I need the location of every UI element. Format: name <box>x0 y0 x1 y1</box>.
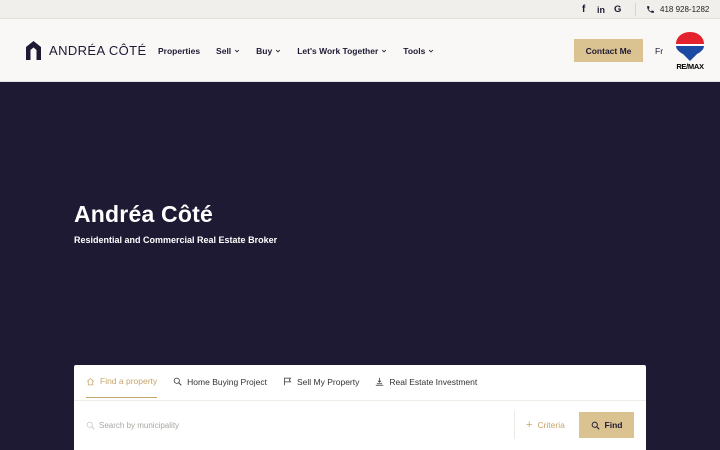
remax-balloon-icon <box>676 32 704 61</box>
remax-logo: RE/MAX <box>675 31 705 71</box>
tab-sell-my-property[interactable]: Sell My Property <box>283 365 359 398</box>
topbar-divider <box>635 3 636 16</box>
contact-me-button[interactable]: Contact Me <box>574 39 643 62</box>
top-bar: f in G 418 928-1282 <box>0 0 720 19</box>
facebook-glyph: f <box>582 4 586 15</box>
chevron-down-icon <box>235 49 240 53</box>
phone-number: 418 928-1282 <box>660 5 710 14</box>
tab-home-buying-project[interactable]: Home Buying Project <box>173 365 267 398</box>
house-logo-icon <box>26 41 41 60</box>
google-icon[interactable]: G <box>614 0 621 19</box>
criteria-label: Criteria <box>537 420 565 430</box>
facebook-icon[interactable]: f <box>582 0 585 19</box>
search-icon <box>591 421 600 430</box>
phone-icon <box>647 6 654 13</box>
nav-item-work-together[interactable]: Let's Work Together <box>297 46 387 56</box>
nav-item-buy[interactable]: Buy <box>256 46 281 56</box>
tabs-divider <box>74 400 646 401</box>
investment-icon <box>376 377 384 386</box>
nav-label: Properties <box>158 45 201 56</box>
search-icon <box>173 377 182 386</box>
tab-label: Home Buying Project <box>187 376 268 387</box>
chevron-down-icon <box>429 49 434 53</box>
chevron-down-icon <box>382 49 387 53</box>
search-icon <box>86 421 95 430</box>
tab-label: Find a property <box>100 376 158 386</box>
nav-label: Tools <box>403 45 426 56</box>
google-glyph: G <box>614 4 622 15</box>
tab-label: Real Estate Investment <box>389 376 478 387</box>
remax-label: RE/MAX <box>676 62 704 71</box>
tab-find-property[interactable]: Find a property <box>86 365 158 398</box>
language-switch[interactable]: Fr <box>655 46 663 56</box>
criteria-button[interactable]: + Criteria <box>526 412 565 438</box>
flag-icon <box>284 377 292 386</box>
municipality-search <box>86 412 514 438</box>
search-card: Find a property Home Buying Project Sell… <box>74 365 646 450</box>
remax-text: RE/MAX <box>675 62 705 71</box>
find-label: Find <box>604 420 623 430</box>
linkedin-glyph: in <box>597 4 605 15</box>
hero-title: Andréa Côté <box>74 201 213 227</box>
brand-name: ANDRÉA CÔTÉ <box>49 43 147 58</box>
search-divider <box>514 411 515 439</box>
municipality-search-input[interactable] <box>99 420 479 430</box>
site-logo[interactable]: ANDRÉA CÔTÉ <box>25 40 147 61</box>
phone-link[interactable]: 418 928-1282 <box>646 0 709 19</box>
home-icon <box>86 377 95 385</box>
nav-label: Buy <box>256 45 273 56</box>
nav-item-properties[interactable]: Properties <box>158 46 200 56</box>
find-button[interactable]: Find <box>579 412 634 438</box>
nav-item-sell[interactable]: Sell <box>216 46 240 56</box>
nav-label: Let's Work Together <box>297 45 379 56</box>
nav-item-tools[interactable]: Tools <box>403 46 434 56</box>
hero-subtitle: Residential and Commercial Real Estate B… <box>74 235 278 245</box>
chevron-down-icon <box>276 49 281 53</box>
linkedin-icon[interactable]: in <box>597 0 605 19</box>
tab-label: Sell My Property <box>297 376 360 387</box>
tab-real-estate-investment[interactable]: Real Estate Investment <box>375 365 477 398</box>
search-tabs: Find a property Home Buying Project Sell… <box>86 365 493 401</box>
main-nav: Properties Sell Buy Let's Work Together … <box>158 19 450 82</box>
main-header: ANDRÉA CÔTÉ Properties Sell Buy Let's Wo… <box>0 19 720 82</box>
plus-icon: + <box>526 418 533 431</box>
nav-label: Sell <box>216 45 232 56</box>
